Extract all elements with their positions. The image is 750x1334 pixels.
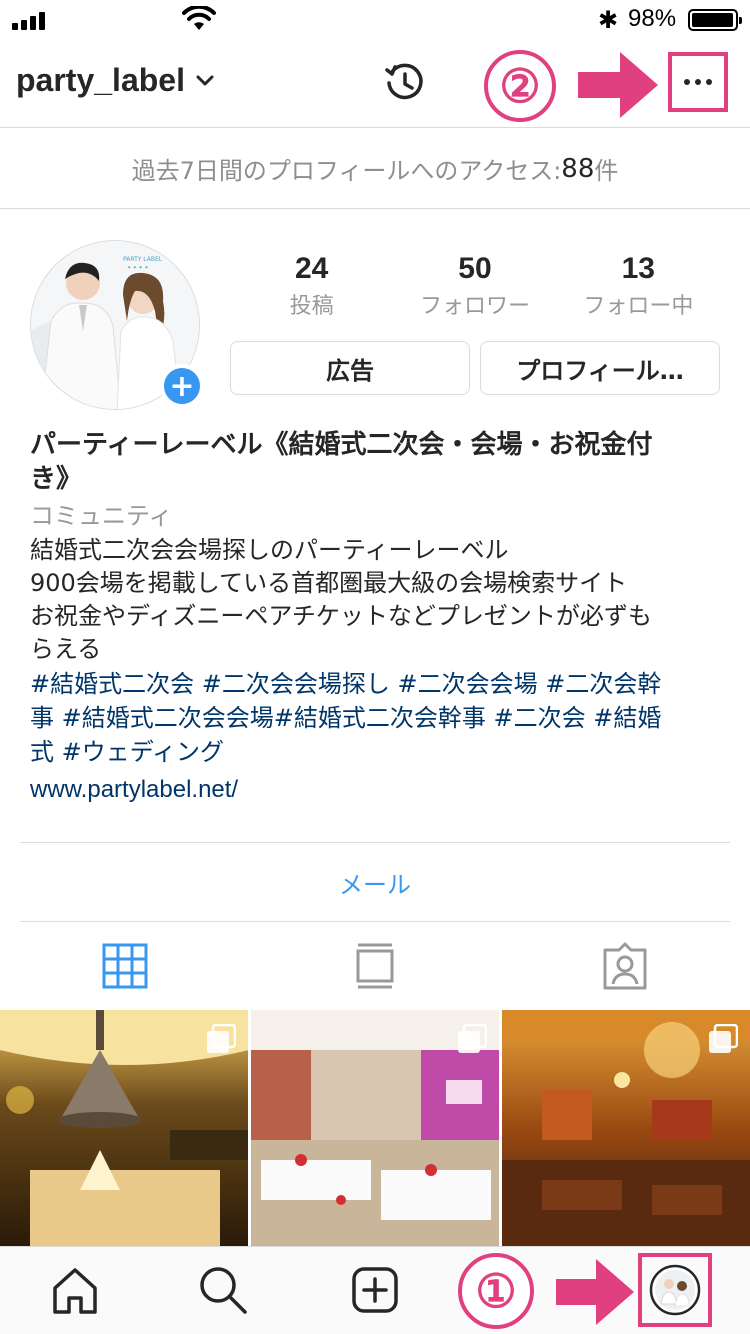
- website-link[interactable]: www.partylabel.net/: [30, 772, 720, 808]
- bluetooth-icon: ✱: [598, 6, 619, 34]
- profile-bio: パーティーレーベル《結婚式二次会・会場・お祝金付 き》 コミュニティ 結婚式二次…: [30, 428, 720, 808]
- insight-suffix: 件: [594, 157, 619, 185]
- stat-label: 投稿: [289, 294, 334, 319]
- svg-text:✦ ✦ ✦ ✦: ✦ ✦ ✦ ✦: [127, 265, 149, 271]
- tab-search[interactable]: [198, 1265, 248, 1315]
- bottom-tab-bar: ①: [0, 1246, 750, 1334]
- bio-line: らえる: [30, 635, 102, 663]
- stat-number: 24: [294, 252, 329, 285]
- stat-label: フォロワー: [419, 294, 530, 319]
- chevron-down-icon: [196, 75, 214, 85]
- feed-icon: [356, 943, 394, 989]
- stat-posts[interactable]: 24 投稿: [230, 252, 393, 320]
- step-1-marker: ①: [458, 1253, 534, 1329]
- bio-line: お祝金やディズニーペアチケットなどプレゼントが必ずも: [30, 602, 652, 630]
- username: party_label: [16, 62, 185, 98]
- stat-label: フォロー中: [583, 294, 694, 319]
- tab-tagged[interactable]: [500, 922, 750, 1010]
- more-dots-icon: [684, 79, 690, 85]
- step-2-marker: ②: [484, 50, 556, 122]
- display-name: パーティーレーベル《結婚式二次会・会場・お祝金付: [30, 430, 653, 460]
- battery-icon: [688, 9, 742, 31]
- profile-avatar[interactable]: PARTY LABEL ✦ ✦ ✦ ✦ +: [30, 240, 204, 410]
- search-icon: [200, 1267, 247, 1314]
- post-thumbnail[interactable]: [251, 1010, 499, 1246]
- hashtag-line[interactable]: 式 #ウェディング: [30, 736, 720, 768]
- svg-text:PARTY LABEL: PARTY LABEL: [123, 256, 163, 263]
- status-bar: ✱ 98%: [0, 0, 750, 40]
- add-story-plus-icon[interactable]: +: [160, 364, 204, 408]
- multiple-posts-icon: [458, 1024, 487, 1053]
- tagged-icon: [603, 942, 647, 990]
- account-switcher[interactable]: party_label: [16, 62, 215, 99]
- insight-count: 88: [561, 153, 595, 184]
- bio-line: 結婚式二次会会場探しのパーティーレーベル: [30, 536, 509, 564]
- add-post-icon: [352, 1267, 398, 1313]
- bio-line: 900会場を掲載している首都圏最大級の会場検索サイト: [30, 569, 628, 597]
- insight-label: 過去7日間のプロフィールへのアクセス:: [131, 157, 562, 185]
- profile-avatar-icon: [649, 1264, 701, 1316]
- step-2-arrow: [578, 52, 658, 118]
- tab-profile[interactable]: [649, 1264, 701, 1316]
- display-name-cont: き》: [30, 464, 83, 494]
- battery-percent: 98%: [628, 5, 677, 32]
- more-options-button[interactable]: [670, 54, 726, 110]
- post-thumbnail[interactable]: [0, 1010, 248, 1246]
- profile-header: party_label ②: [0, 40, 750, 128]
- hashtag-line[interactable]: #結婚式二次会 #二次会会場探し #二次会会場 #二次会幹: [30, 668, 720, 700]
- cellular-signal-icon: [12, 10, 45, 30]
- tab-home[interactable]: [50, 1265, 100, 1315]
- email-button[interactable]: メール: [20, 843, 730, 921]
- stat-followers[interactable]: 50 フォロワー: [393, 252, 556, 320]
- home-icon: [53, 1268, 97, 1314]
- category-label: コミュニティ: [30, 502, 173, 530]
- wifi-icon: [182, 6, 216, 30]
- stat-number: 50: [458, 252, 492, 285]
- stat-following[interactable]: 13 フォロー中: [557, 252, 720, 320]
- grid-icon: [102, 943, 148, 989]
- step-1-arrow: [556, 1259, 634, 1325]
- content-tabs: [0, 922, 750, 1010]
- clock-history-icon[interactable]: [384, 62, 426, 104]
- tab-new-post[interactable]: [350, 1265, 400, 1315]
- edit-profile-button[interactable]: プロフィール…: [480, 341, 720, 395]
- multiple-posts-icon: [709, 1024, 738, 1053]
- stat-number: 13: [621, 252, 655, 285]
- post-thumbnail[interactable]: [502, 1010, 750, 1246]
- profile-visits-insight[interactable]: 過去7日間のプロフィールへのアクセス: 88 件: [0, 129, 750, 209]
- hashtag-line[interactable]: 事 #結婚式二次会会場#結婚式二次会幹事 #二次会 #結婚: [30, 702, 720, 734]
- profile-stats: 24 投稿 50 フォロワー 13 フォロー中: [230, 252, 720, 320]
- photo-grid: [0, 1010, 750, 1246]
- ads-button[interactable]: 広告: [230, 341, 470, 395]
- tab-feed[interactable]: [250, 922, 500, 1010]
- multiple-posts-icon: [207, 1024, 236, 1053]
- tab-grid[interactable]: [0, 922, 250, 1010]
